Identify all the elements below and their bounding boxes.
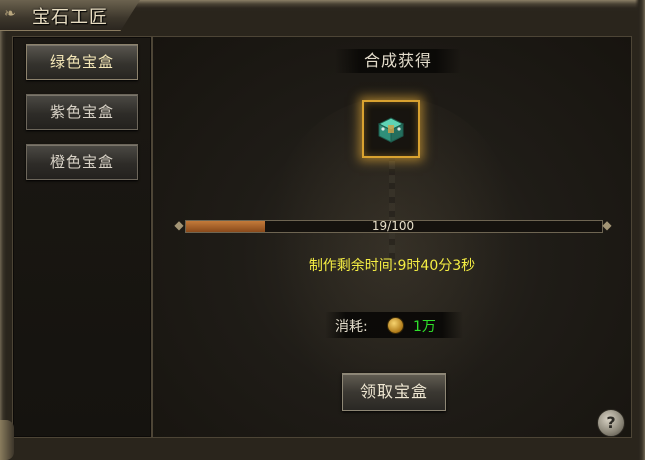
cost-value: 1万: [413, 319, 436, 335]
tab-purple-box[interactable]: 紫色宝盒: [26, 94, 138, 130]
cost-row: 消耗: 1万: [325, 312, 463, 338]
window-title: 宝石工匠: [32, 7, 108, 28]
remaining-time: 制作剩余时间:9时40分3秒: [308, 258, 476, 274]
help-icon[interactable]: ?: [597, 409, 625, 437]
green-treasure-box-icon: [377, 117, 405, 143]
window-frame: ❧ 宝石工匠 绿色宝盒 紫色宝盒 橙色宝盒 合成获得 ◆ ◆ 19/100 制作…: [0, 0, 645, 460]
corner-ornament: [0, 420, 14, 460]
tab-green-box[interactable]: 绿色宝盒: [26, 44, 138, 80]
title-plate: ❧ 宝石工匠: [0, 0, 140, 31]
result-header: 合成获得: [335, 49, 461, 73]
background-chain: [389, 147, 395, 267]
progress-text: 19/100: [371, 219, 415, 233]
claim-box-button[interactable]: 领取宝盒: [342, 373, 446, 411]
crafting-panel: 合成获得 ◆ ◆ 19/100 制作剩余时间:9时40分3秒 消耗: 1万 领取…: [152, 36, 632, 438]
dragon-ornament-icon: ❧: [4, 6, 16, 22]
category-sidebar: 绿色宝盒 紫色宝盒 橙色宝盒: [12, 36, 152, 438]
result-item-slot[interactable]: [362, 100, 420, 158]
progress-bar: ◆ ◆ 19/100: [171, 217, 615, 235]
tab-orange-box[interactable]: 橙色宝盒: [26, 144, 138, 180]
gold-coin-icon: [387, 317, 404, 334]
cost-label: 消耗:: [335, 319, 368, 335]
